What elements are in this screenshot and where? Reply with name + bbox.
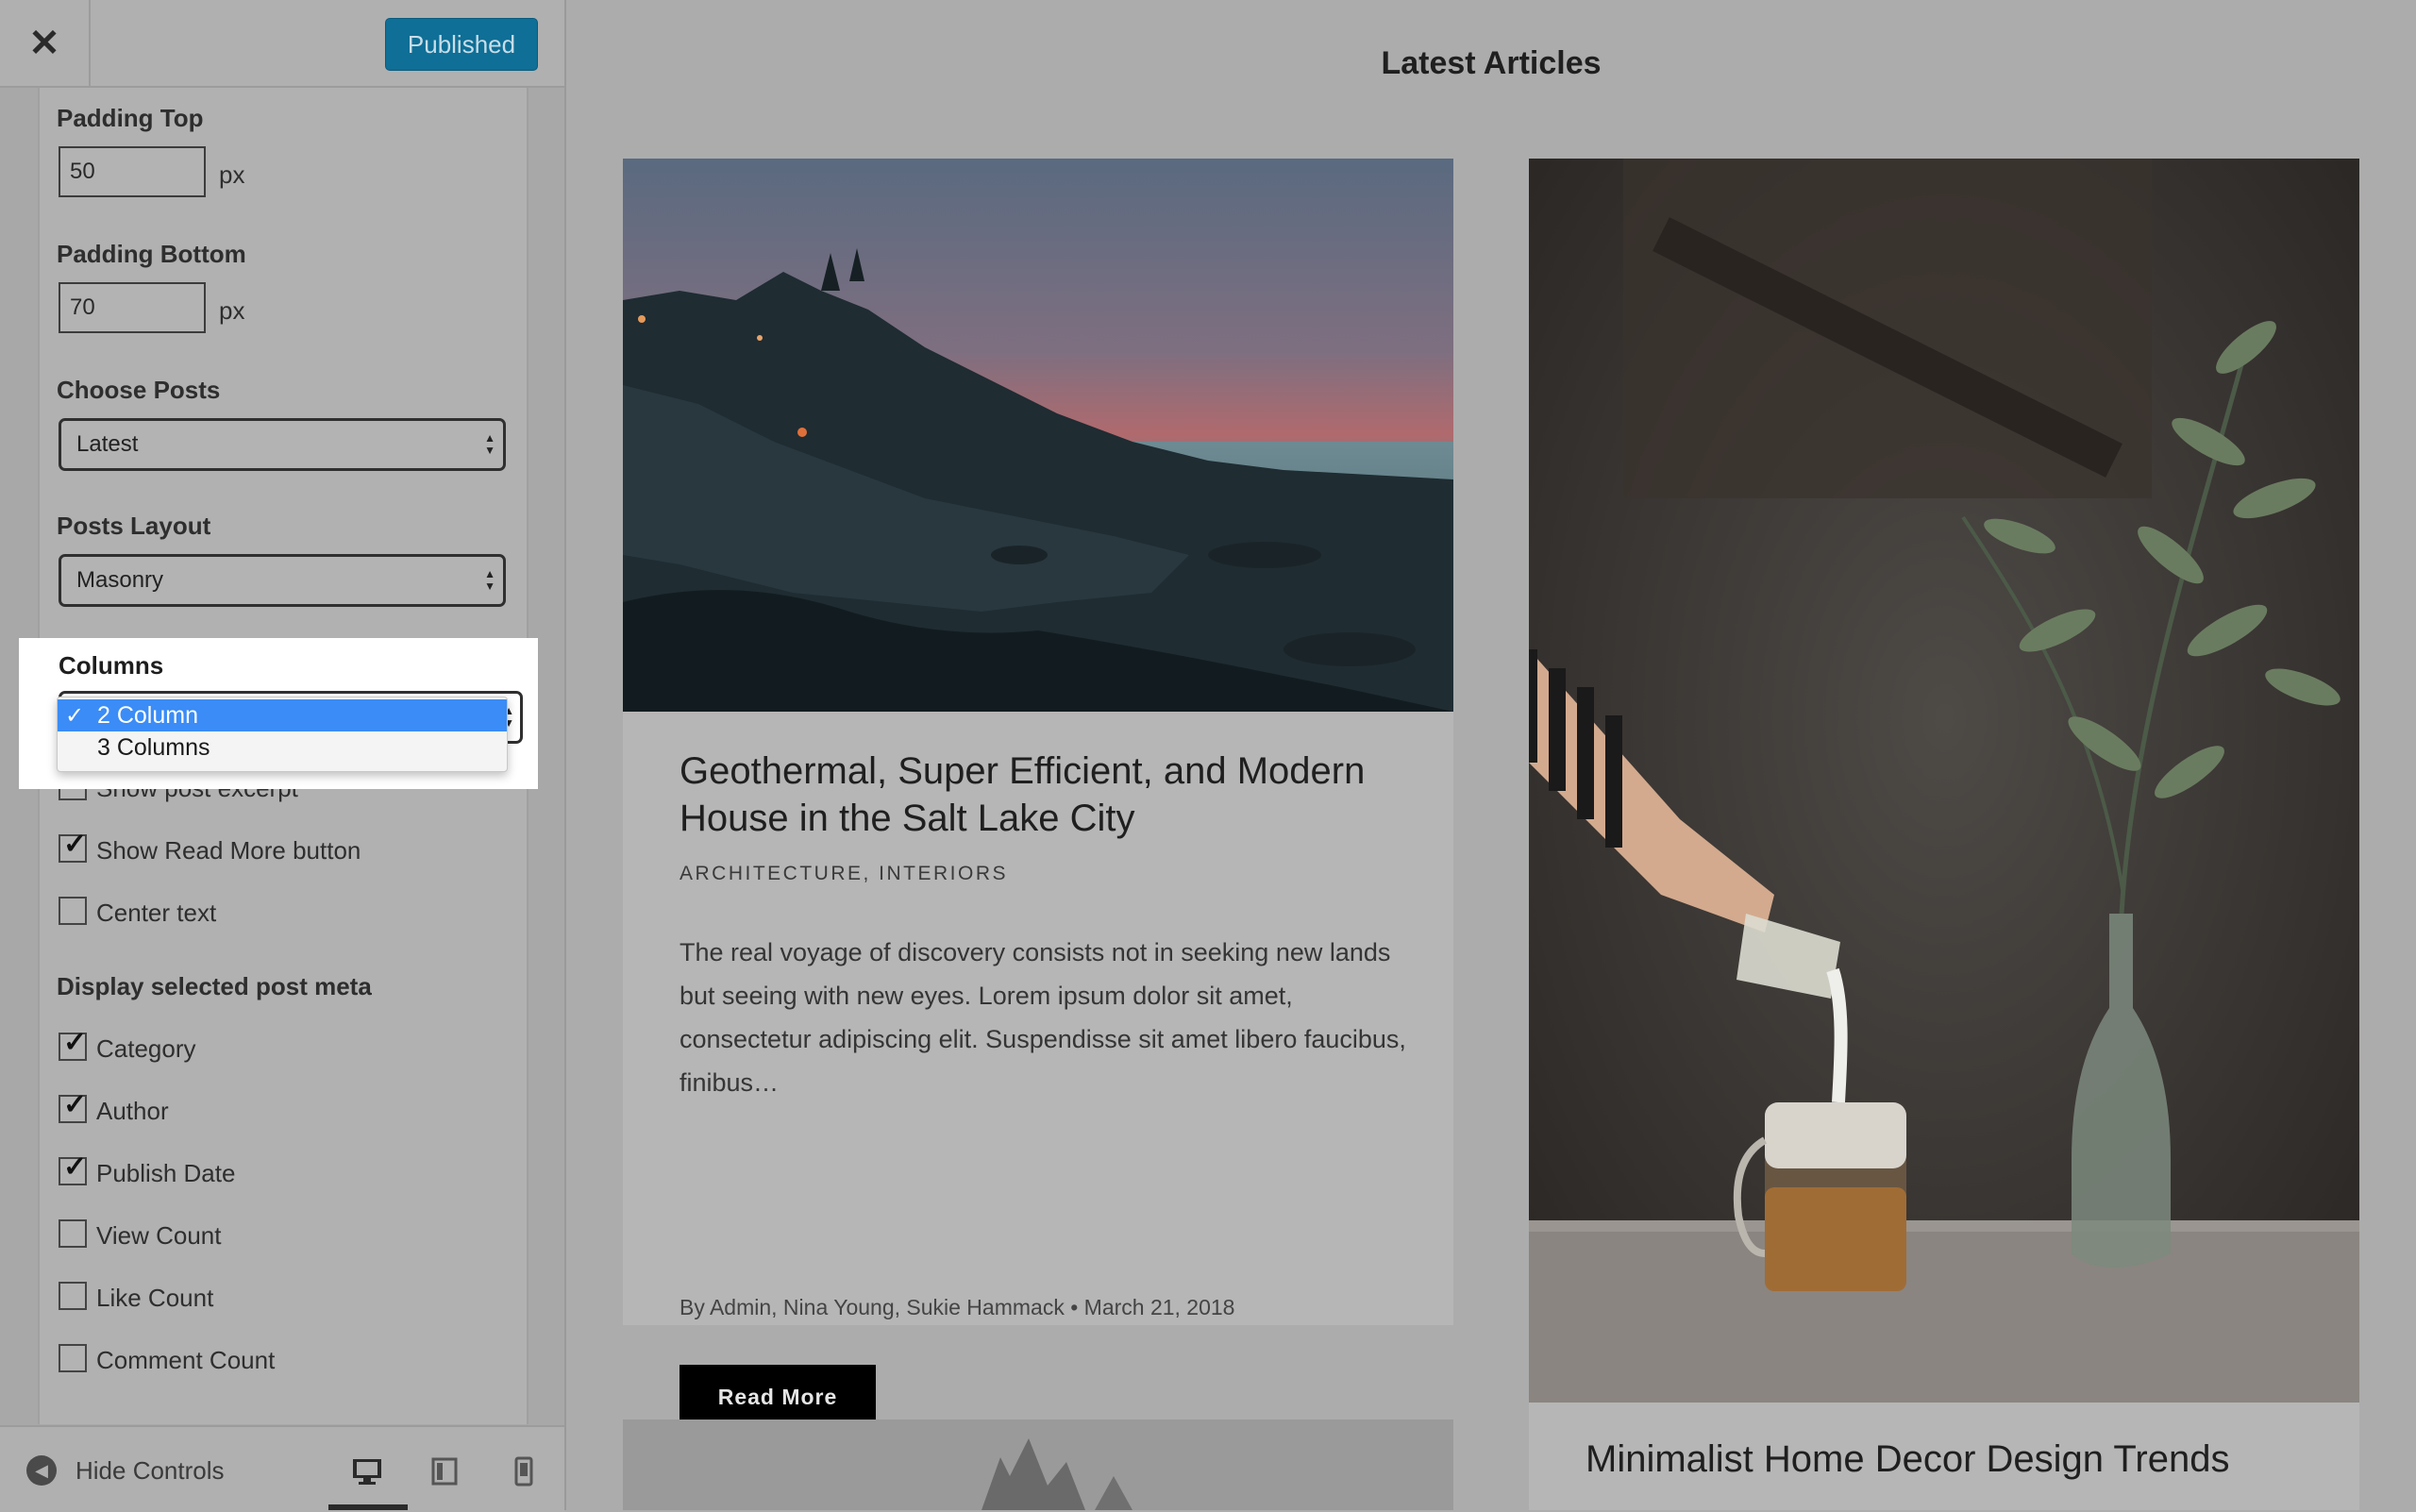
checkmark-icon: ✓ [65, 702, 85, 729]
desktop-icon[interactable] [344, 1448, 391, 1495]
close-button[interactable]: ✕ [0, 0, 91, 86]
padding-top-unit: px [219, 160, 245, 189]
post-image-milk-vase[interactable] [1529, 159, 2359, 1403]
center-text-label: Center text [96, 899, 217, 927]
option-label: 2 Column [97, 701, 198, 729]
center-text-checkbox[interactable] [59, 897, 87, 925]
columns-option-3[interactable]: 3 Columns [58, 731, 507, 764]
author-checkbox[interactable]: ✓ [59, 1089, 87, 1123]
post-title[interactable]: Geothermal, Super Efficient, and Modern … [680, 748, 1406, 842]
close-icon: ✕ [28, 22, 60, 64]
padding-top-input[interactable]: 50 [59, 146, 206, 197]
post-meta-heading: Display selected post meta [57, 972, 372, 1000]
publish-date-checkbox[interactable]: ✓ [59, 1151, 87, 1185]
tablet-icon[interactable] [421, 1448, 468, 1495]
post-card: Minimalist Home Decor Design Trends [1529, 159, 2359, 1510]
active-device-indicator [328, 1504, 408, 1510]
sidebar-footer: ◀ Hide Controls [0, 1425, 564, 1512]
padding-bottom-input[interactable]: 70 [59, 282, 206, 333]
post-categories[interactable]: ARCHITECTURE, INTERIORS [680, 863, 1008, 885]
category-label: Category [96, 1034, 196, 1063]
checkmark-icon: ✓ [63, 829, 88, 860]
show-read-more-label: Show Read More button [96, 836, 361, 865]
padding-bottom-unit: px [219, 296, 245, 325]
padding-top-label: Padding Top [57, 104, 204, 132]
publish-date-label: Publish Date [96, 1159, 236, 1187]
post-image-forest[interactable] [623, 1420, 1453, 1510]
post-excerpt: The real voyage of discovery consists no… [680, 938, 1406, 1097]
publish-button[interactable]: Published [385, 18, 538, 71]
post-meta: By Admin, Nina Young, Sukie Hammack • Ma… [680, 1295, 1235, 1319]
columns-label: Columns [59, 651, 164, 680]
posts-layout-select[interactable]: Masonry ▲ ▼ [59, 554, 506, 607]
choose-posts-value: Latest [76, 431, 139, 457]
posts-layout-label: Posts Layout [57, 512, 211, 540]
sidebar-header: ✕ Published [0, 0, 564, 88]
customizer-sidebar: ✕ Published Padding Top 50 px Padding Bo… [0, 0, 566, 1512]
like-count-checkbox[interactable] [59, 1282, 87, 1310]
mobile-icon[interactable] [500, 1448, 547, 1495]
padding-bottom-label: Padding Bottom [57, 240, 246, 268]
columns-dropdown-menu: ✓ 2 Column 3 Columns [57, 697, 508, 772]
select-arrows-icon: ▲ ▼ [484, 431, 495, 457]
checkmark-icon: ✓ [63, 1151, 88, 1183]
site-preview: Latest Articles Geothermal, Super Effici… [566, 0, 2416, 1510]
checkmark-icon: ✓ [63, 1089, 88, 1120]
option-label: 3 Columns [97, 733, 210, 761]
category-checkbox[interactable]: ✓ [59, 1027, 87, 1061]
hide-controls-icon[interactable]: ◀ [26, 1455, 57, 1486]
hide-controls-label[interactable]: Hide Controls [76, 1456, 225, 1486]
columns-option-2[interactable]: ✓ 2 Column [58, 699, 507, 731]
author-label: Author [96, 1097, 169, 1125]
view-count-checkbox[interactable] [59, 1219, 87, 1248]
choose-posts-select[interactable]: Latest ▲ ▼ [59, 418, 506, 471]
comment-count-checkbox[interactable] [59, 1344, 87, 1372]
comment-count-label: Comment Count [96, 1346, 276, 1374]
posts-layout-value: Masonry [76, 567, 164, 593]
post-title[interactable]: Minimalist Home Decor Design Trends [1586, 1438, 2229, 1481]
choose-posts-label: Choose Posts [57, 376, 221, 404]
select-arrows-icon: ▲ ▼ [484, 567, 495, 593]
view-count-label: View Count [96, 1221, 222, 1250]
show-read-more-checkbox[interactable]: ✓ [59, 829, 87, 863]
post-card: Geothermal, Super Efficient, and Modern … [623, 159, 1453, 1429]
columns-control: Columns ▲ ▼ ✓ 2 Column 3 Columns [19, 638, 538, 789]
checkmark-icon: ✓ [63, 1027, 88, 1058]
section-title: Latest Articles [1381, 45, 1602, 81]
like-count-label: Like Count [96, 1284, 214, 1312]
post-image-coastline[interactable] [623, 159, 1453, 712]
